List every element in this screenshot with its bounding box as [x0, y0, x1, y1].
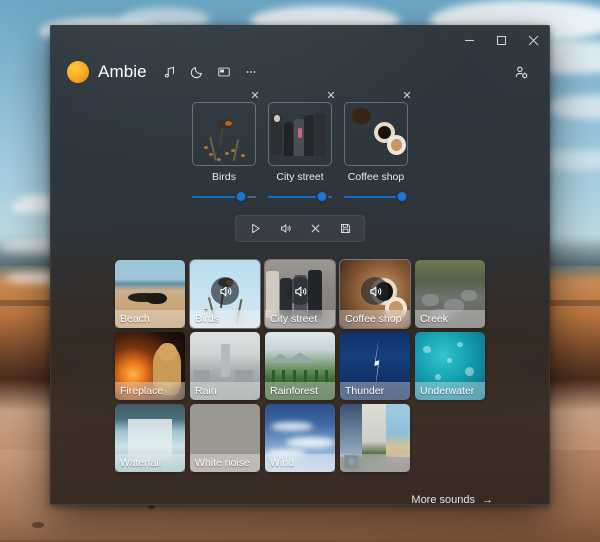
sound-tile-birds[interactable]: Birds [190, 260, 260, 328]
pebble [32, 522, 44, 528]
sound-tile-label: Rainforest [265, 382, 335, 400]
arrow-right-icon: → [482, 494, 493, 505]
volume-slider[interactable] [344, 190, 408, 204]
sound-tile-label: Thunder [340, 382, 410, 400]
sound-catalog-grid: Beach Birds [115, 260, 485, 472]
app-title: Ambie [98, 62, 147, 82]
active-sound-card: ✕ Birds [192, 102, 256, 204]
sound-tile-label: Rain [190, 382, 260, 400]
ambie-app-window: Ambie [50, 25, 550, 505]
app-header: Ambie [51, 54, 549, 90]
sound-tile-label: Creek [415, 310, 485, 328]
playback-bar [235, 215, 365, 242]
more-sounds-label: More sounds [411, 494, 475, 505]
sound-tile-label: White noise [190, 454, 260, 472]
remove-sound-icon[interactable]: ✕ [400, 89, 414, 103]
active-sound-thumbnail[interactable] [268, 102, 332, 166]
remove-sound-icon[interactable]: ✕ [248, 89, 262, 103]
play-button[interactable] [242, 219, 268, 238]
minimize-button[interactable] [453, 26, 485, 54]
playback-bar-container [51, 215, 549, 242]
volume-slider[interactable] [268, 190, 332, 204]
sound-tile-label: Birds [190, 310, 260, 328]
slider-thumb[interactable] [315, 190, 328, 203]
sound-tile-label: Wind [265, 454, 335, 472]
account-settings-icon[interactable] [509, 60, 533, 84]
pebble [148, 505, 155, 509]
music-note-icon[interactable] [159, 61, 181, 83]
remove-sound-icon[interactable]: ✕ [324, 89, 338, 103]
sound-tile-label: Beach [115, 310, 185, 328]
active-sound-card: ✕ Coffee shop [344, 102, 408, 204]
ambie-logo-icon [67, 61, 89, 83]
speaker-icon [361, 277, 389, 305]
cloud [545, 95, 600, 119]
active-sound-name: Birds [192, 171, 256, 183]
footer-row: More sounds → [51, 494, 549, 505]
clear-button[interactable] [302, 219, 328, 238]
volume-slider[interactable] [192, 190, 256, 204]
sound-tile-wind[interactable]: Wind [265, 404, 335, 472]
sound-tile-thunder[interactable]: Thunder [340, 332, 410, 400]
sound-tile-coffee-shop[interactable]: Coffee shop [340, 260, 410, 328]
sound-tile-label [340, 454, 410, 472]
active-sound-card: ✕ City street [268, 102, 332, 204]
speaker-icon [286, 277, 314, 305]
title-bar [51, 26, 549, 54]
moon-icon[interactable] [186, 61, 208, 83]
sound-tile-underwater[interactable]: Underwater [415, 332, 485, 400]
slider-thumb[interactable] [395, 190, 408, 203]
more-icon[interactable] [240, 61, 262, 83]
compact-overlay-icon[interactable] [213, 61, 235, 83]
sound-tile-label: City street [265, 310, 335, 328]
active-sound-name: Coffee shop [344, 171, 408, 183]
desktop-wallpaper: Ambie [0, 0, 600, 542]
slider-fill [344, 196, 402, 198]
sound-tile-label: Fireplace [115, 382, 185, 400]
active-sound-thumbnail[interactable] [192, 102, 256, 166]
volume-button[interactable] [272, 219, 298, 238]
sound-tile-creek[interactable]: Creek [415, 260, 485, 328]
slider-thumb[interactable] [235, 190, 248, 203]
active-sounds-list: ✕ Birds ✕ [51, 102, 549, 204]
slider-fill [268, 196, 322, 198]
speaker-icon [211, 277, 239, 305]
sound-tile-label: Coffee shop [340, 310, 410, 328]
sound-tile-white-noise[interactable]: White noise [190, 404, 260, 472]
more-sounds-link[interactable]: More sounds → [411, 494, 493, 505]
sound-tile-beach[interactable]: Beach [115, 260, 185, 328]
close-button[interactable] [517, 26, 549, 54]
sound-tile-label: Waterfall [115, 454, 185, 472]
sound-tile-unloaded[interactable] [340, 404, 410, 472]
sound-tile-rainforest[interactable]: Rainforest [265, 332, 335, 400]
save-button[interactable] [332, 219, 358, 238]
sound-tile-label: Underwater [415, 382, 485, 400]
maximize-button[interactable] [485, 26, 517, 54]
sound-tile-waterfall[interactable]: Waterfall [115, 404, 185, 472]
sound-tile-fireplace[interactable]: Fireplace [115, 332, 185, 400]
active-sound-name: City street [268, 171, 332, 183]
active-sound-thumbnail[interactable] [344, 102, 408, 166]
sound-tile-city-street[interactable]: City street [265, 260, 335, 328]
sound-tile-rain[interactable]: Rain [190, 332, 260, 400]
